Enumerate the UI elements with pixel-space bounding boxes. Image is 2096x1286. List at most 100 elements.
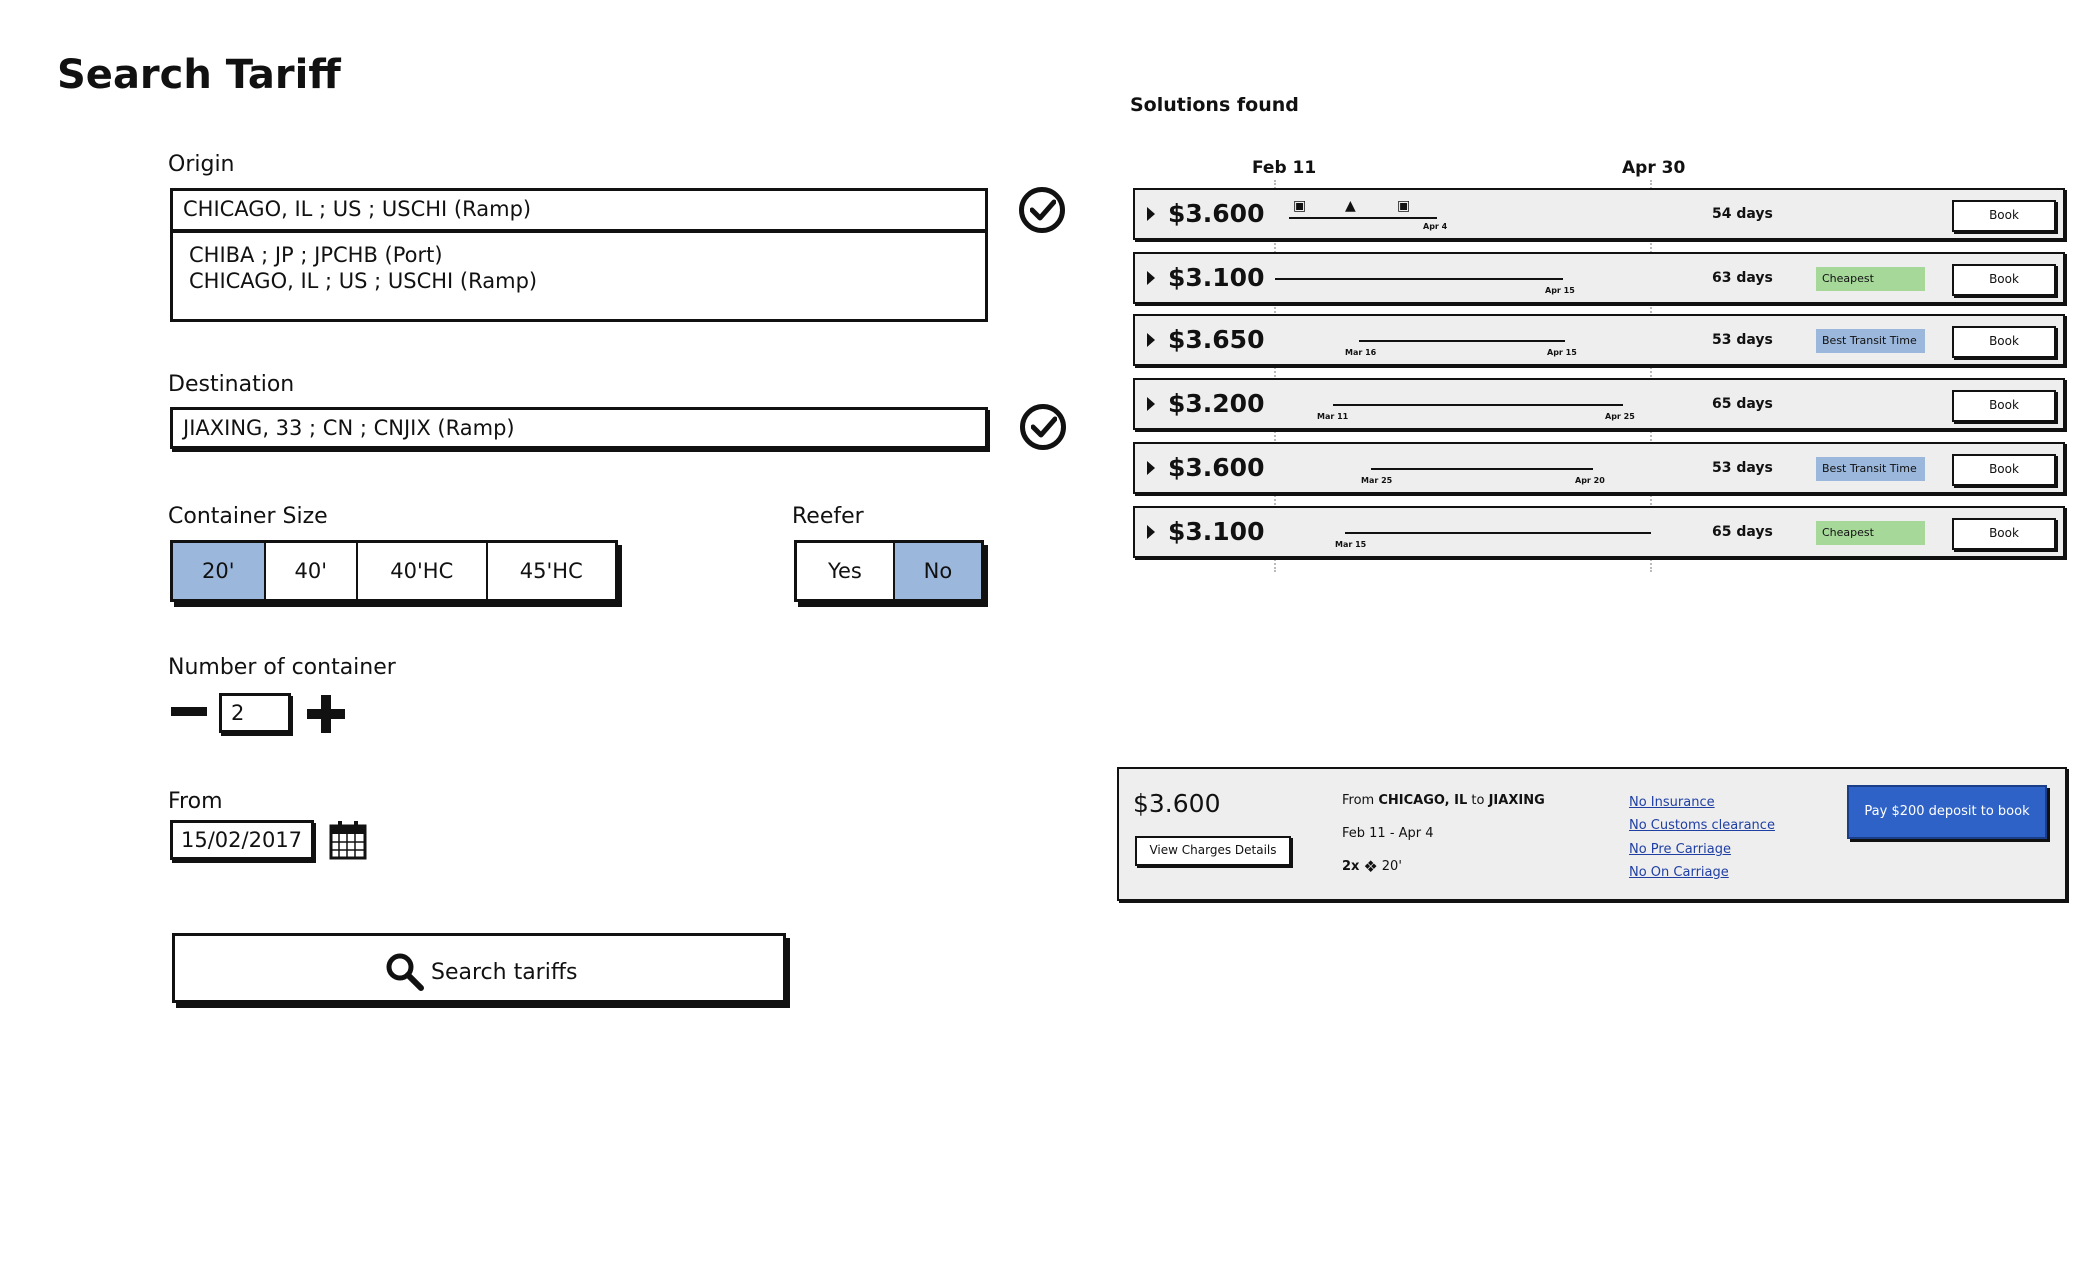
origin-valid-icon: [1019, 187, 1065, 233]
best-transit-time-badge: Best Transit Time: [1816, 457, 1925, 481]
departure-date: Mar 11: [1317, 412, 1349, 421]
destination-valid-icon: [1020, 404, 1066, 450]
quantity-input[interactable]: 2: [219, 693, 291, 733]
timeline-end-date: Apr 30: [1622, 158, 1686, 178]
expand-arrow-icon[interactable]: [1147, 333, 1155, 347]
book-button[interactable]: Book: [1952, 518, 2056, 550]
container-size-selector: 20' 40' 40'HC 45'HC: [170, 540, 618, 602]
arrival-date: Apr 20: [1575, 476, 1605, 485]
origin-suggestions: CHIBA ; JP ; JPCHB (Port) CHICAGO, IL ; …: [170, 230, 988, 322]
route-origin: CHICAGO, IL: [1378, 793, 1468, 808]
transit-timeline-bar: [1371, 468, 1593, 470]
arrival-date: Apr 25: [1605, 412, 1635, 421]
route-destination: JIAXING: [1488, 793, 1545, 808]
origin-value: CHICAGO, IL ; US ; USCHI (Ramp): [183, 197, 532, 221]
transit-days: 65 days: [1712, 524, 1773, 540]
reefer-selector: Yes No: [794, 540, 984, 602]
reefer-no[interactable]: No: [894, 543, 981, 599]
departure-date: Mar 25: [1361, 476, 1393, 485]
book-button[interactable]: Book: [1952, 326, 2056, 358]
transit-days: 63 days: [1712, 270, 1773, 286]
calendar-icon[interactable]: [329, 820, 367, 864]
solution-row[interactable]: $3.600 ▣ ▲ ▣ Apr 4 54 days Book: [1133, 188, 2065, 240]
solution-price: $3.200: [1168, 389, 1265, 418]
transit-days: 54 days: [1712, 206, 1773, 222]
route-prefix: From: [1342, 793, 1375, 808]
destination-label: Destination: [168, 372, 295, 397]
arrival-date: Apr 4: [1423, 222, 1448, 231]
no-customs-clearance-link[interactable]: No Customs clearance: [1629, 818, 1775, 833]
summary-containers: 2x ❖ 20': [1342, 857, 1402, 876]
from-date-input[interactable]: 15/02/2017: [170, 820, 314, 860]
no-insurance-link[interactable]: No Insurance: [1629, 795, 1715, 810]
summary-price: $3.600: [1133, 789, 1221, 818]
container-size-label: Container Size: [168, 504, 328, 529]
pay-deposit-button[interactable]: Pay $200 deposit to book: [1847, 785, 2047, 839]
search-tariffs-label: Search tariffs: [431, 959, 578, 985]
route-to: to: [1471, 793, 1485, 808]
book-button[interactable]: Book: [1952, 264, 2056, 296]
ship-icon: ▣: [1397, 198, 1411, 214]
reefer-label: Reefer: [792, 504, 864, 529]
solution-row[interactable]: $3.100 Apr 15 63 days Cheapest Book: [1133, 252, 2065, 304]
truck-icon: ▣: [1293, 198, 1307, 214]
transit-days: 53 days: [1712, 332, 1773, 348]
container-size-40hc[interactable]: 40'HC: [358, 543, 488, 599]
solution-price: $3.600: [1168, 199, 1265, 228]
origin-input[interactable]: CHICAGO, IL ; US ; USCHI (Ramp): [170, 188, 988, 232]
page-title: Search Tariff: [57, 52, 341, 98]
transit-timeline-bar: [1275, 278, 1563, 280]
container-size-40[interactable]: 40': [266, 543, 359, 599]
quantity-value: 2: [231, 701, 245, 725]
solution-row[interactable]: $3.650 Mar 16 Apr 15 53 days Best Transi…: [1133, 314, 2065, 366]
departure-date: Mar 16: [1345, 348, 1377, 357]
arrival-date: Apr 15: [1547, 348, 1577, 357]
solution-row[interactable]: $3.600 Mar 25 Apr 20 53 days Best Transi…: [1133, 442, 2065, 494]
reefer-yes[interactable]: Yes: [797, 543, 895, 599]
search-icon: [386, 953, 424, 991]
departure-date: Mar 15: [1335, 540, 1367, 549]
destination-input[interactable]: JIAXING, 33 ; CN ; CNJIX (Ramp): [170, 407, 988, 449]
cheapest-badge: Cheapest: [1816, 521, 1925, 545]
book-button[interactable]: Book: [1952, 390, 2056, 422]
search-tariffs-button[interactable]: Search tariffs: [172, 933, 786, 1003]
solution-price: $3.100: [1168, 263, 1265, 292]
summary-route: From CHICAGO, IL to JIAXING: [1342, 793, 1545, 808]
summary-qty: 2x: [1342, 859, 1360, 874]
solution-row[interactable]: $3.100 Mar 15 65 days Cheapest Book: [1133, 506, 2065, 558]
book-button[interactable]: Book: [1952, 454, 2056, 486]
from-date-value: 15/02/2017: [181, 828, 303, 852]
solution-row[interactable]: $3.200 Mar 11 Apr 25 65 days Book: [1133, 378, 2065, 430]
booking-summary-panel: $3.600 View Charges Details From CHICAGO…: [1117, 767, 2067, 901]
expand-arrow-icon[interactable]: [1147, 397, 1155, 411]
best-transit-time-badge: Best Transit Time: [1816, 329, 1925, 353]
expand-arrow-icon[interactable]: [1147, 207, 1155, 221]
summary-size: 20': [1381, 859, 1402, 874]
expand-arrow-icon[interactable]: [1147, 461, 1155, 475]
arrival-date: Apr 15: [1545, 286, 1575, 295]
transit-timeline-bar: [1359, 340, 1565, 342]
no-on-carriage-link[interactable]: No On Carriage: [1629, 865, 1729, 880]
origin-suggestion-2[interactable]: CHICAGO, IL ; US ; USCHI (Ramp): [173, 269, 985, 293]
container-size-20[interactable]: 20': [173, 543, 266, 599]
origin-label: Origin: [168, 152, 235, 177]
from-label: From: [168, 789, 223, 814]
origin-suggestion-1[interactable]: CHIBA ; JP ; JPCHB (Port): [173, 233, 985, 269]
solution-price: $3.650: [1168, 325, 1265, 354]
no-pre-carriage-link[interactable]: No Pre Carriage: [1629, 842, 1731, 857]
expand-arrow-icon[interactable]: [1147, 525, 1155, 539]
cheapest-badge: Cheapest: [1816, 267, 1925, 291]
transit-days: 65 days: [1712, 396, 1773, 412]
solutions-heading: Solutions found: [1130, 94, 1299, 116]
plus-icon[interactable]: [307, 695, 345, 733]
transit-timeline-bar: [1333, 404, 1623, 406]
train-icon: ▲: [1345, 198, 1356, 214]
transit-days: 53 days: [1712, 460, 1773, 476]
book-button[interactable]: Book: [1952, 200, 2056, 232]
expand-arrow-icon[interactable]: [1147, 271, 1155, 285]
minus-icon[interactable]: [171, 707, 207, 716]
container-size-45hc[interactable]: 45'HC: [488, 543, 615, 599]
transit-timeline-bar: [1345, 532, 1651, 534]
transit-timeline-bar: [1289, 217, 1437, 219]
view-charges-details-button[interactable]: View Charges Details: [1135, 836, 1291, 866]
